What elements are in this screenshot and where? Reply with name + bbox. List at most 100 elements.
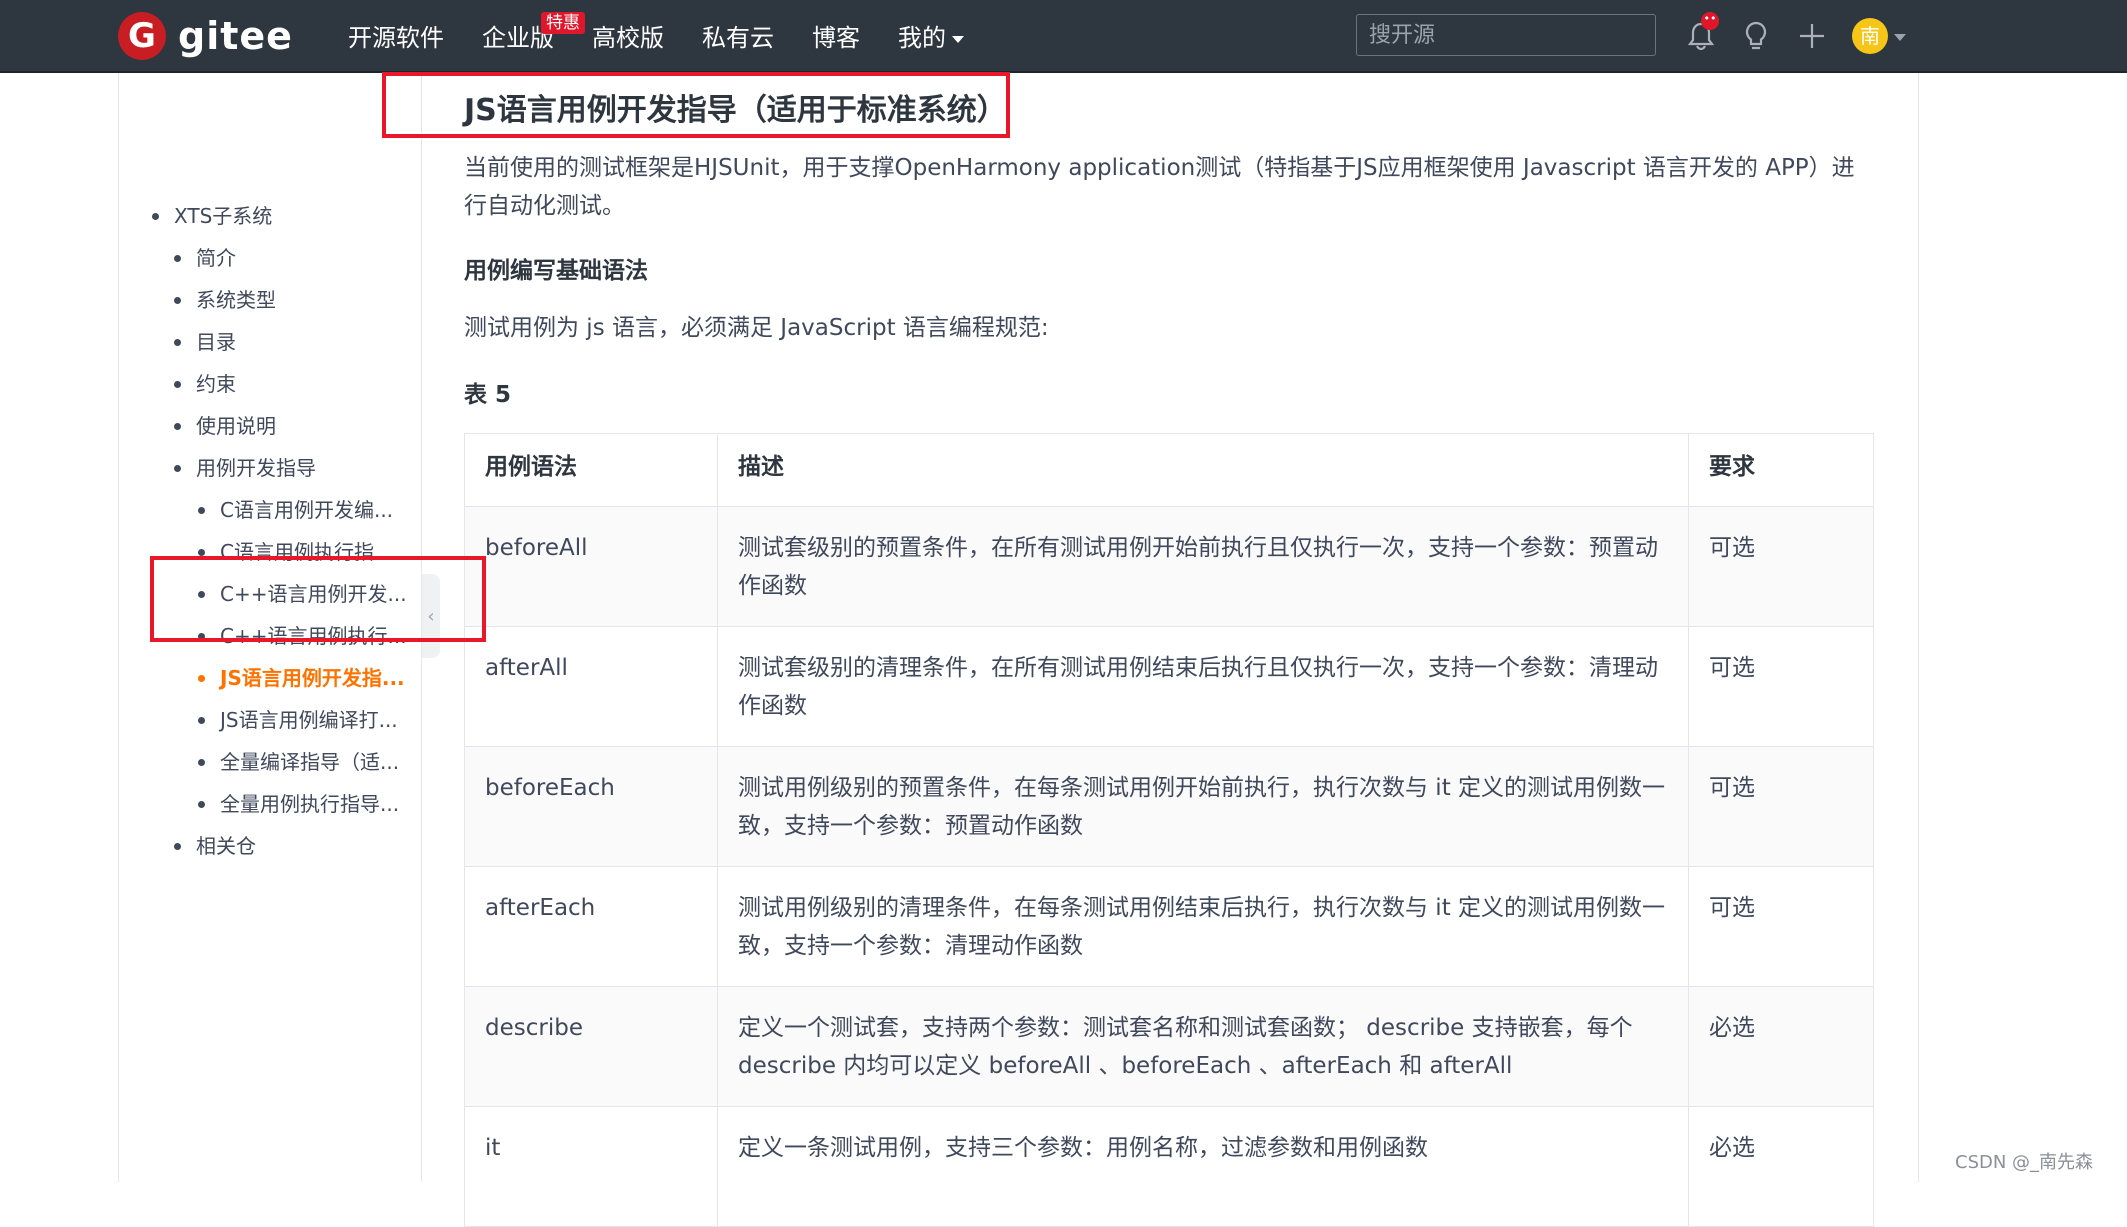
toc-item-system-types[interactable]: 系统类型 xyxy=(174,284,276,316)
table-header: 要求 xyxy=(1688,433,1874,507)
chevron-down-icon xyxy=(952,35,964,43)
toc-item-cpp-exec[interactable]: C++语言用例执行... xyxy=(198,620,407,652)
notification-badge: •• xyxy=(1701,12,1719,30)
toc-item-label: JS语言用例开发指... xyxy=(220,666,405,690)
toc-item-related-repos[interactable]: 相关仓 xyxy=(174,830,256,862)
nav-university[interactable]: 高校版 xyxy=(592,18,664,53)
bullet-icon xyxy=(198,507,205,514)
table-cell: 测试用例级别的清理条件，在每条测试用例结束后执行，执行次数与 it 定义的测试用… xyxy=(717,866,1689,987)
bullet-icon xyxy=(198,759,205,766)
avatar-chevron-down-icon[interactable] xyxy=(1894,34,1906,41)
table-cell: 可选 xyxy=(1688,746,1874,867)
nav-private-cloud[interactable]: 私有云 xyxy=(702,18,774,53)
toc-item-label: C语言用例开发编... xyxy=(220,498,394,522)
nav-mine-label: 我的 xyxy=(898,24,946,52)
syntax-note: 测试用例为 js 语言，必须满足 JavaScript 语言编程规范: xyxy=(464,315,1049,341)
bullet-icon xyxy=(198,549,205,556)
toc-item-label: C++语言用例开发... xyxy=(220,582,407,606)
table-caption: 表 5 xyxy=(464,382,512,408)
table-cell: it xyxy=(464,1106,718,1227)
table-row: afterAll 测试套级别的清理条件，在所有测试用例结束后执行且仅执行一次，支… xyxy=(464,626,1874,747)
toc-item-label: 相关仓 xyxy=(196,834,256,858)
table-cell: beforeAll xyxy=(464,506,718,627)
table-cell: 测试套级别的预置条件，在所有测试用例开始前执行且仅执行一次，支持一个参数：预置动… xyxy=(717,506,1689,627)
toc-item-dev-guide[interactable]: 用例开发指导 xyxy=(174,452,316,484)
search-input[interactable] xyxy=(1357,15,1655,55)
bullet-icon xyxy=(152,213,159,220)
toc-item-directory[interactable]: 目录 xyxy=(174,326,236,358)
table-header: 用例语法 xyxy=(464,433,718,507)
toc-item-full-build[interactable]: 全量编译指导（适... xyxy=(198,746,400,778)
sidebar-collapse-toggle[interactable]: ‹ xyxy=(422,574,440,658)
table-cell: 可选 xyxy=(1688,506,1874,627)
toc-item-label: 目录 xyxy=(196,330,236,354)
avatar[interactable]: 南 xyxy=(1852,18,1888,54)
table-cell: 测试用例级别的预置条件，在每条测试用例开始前执行，执行次数与 it 定义的测试用… xyxy=(717,746,1689,867)
table-cell: afterAll xyxy=(464,626,718,747)
bullet-icon xyxy=(198,717,205,724)
toc-item-label: C++语言用例执行... xyxy=(220,624,407,648)
bullet-icon xyxy=(174,423,181,430)
table-row: describe 定义一个测试套，支持两个参数：测试套名称和测试套函数； des… xyxy=(464,986,1874,1107)
top-navigation-bar: G gitee 开源软件 企业版 特惠 高校版 私有云 博客 我的 •• 南 xyxy=(0,0,2127,73)
nav-open-source[interactable]: 开源软件 xyxy=(348,18,444,53)
nav-enterprise[interactable]: 企业版 特惠 xyxy=(482,12,585,53)
table-cell: 定义一条测试用例，支持三个参数：用例名称，过滤参数和用例函数 xyxy=(717,1106,1689,1227)
toc-item-intro[interactable]: 简介 xyxy=(174,242,236,274)
intro-paragraph: 当前使用的测试框架是HJSUnit，用于支撑OpenHarmony applic… xyxy=(464,155,1855,219)
table-header-row: 用例语法 描述 要求 xyxy=(464,433,1874,507)
bullet-icon xyxy=(198,675,205,682)
table-cell: 可选 xyxy=(1688,866,1874,987)
toc-item-constraints[interactable]: 约束 xyxy=(174,368,236,400)
toc-item-label: 全量用例执行指导... xyxy=(220,792,400,816)
main-nav: 开源软件 企业版 特惠 高校版 私有云 博客 我的 xyxy=(348,0,1002,71)
toc-item-js-build[interactable]: JS语言用例编译打... xyxy=(198,704,398,736)
toc-item-label: 使用说明 xyxy=(196,414,276,438)
toc-item-label: XTS子系统 xyxy=(174,204,273,228)
bullet-icon xyxy=(174,339,181,346)
toc-item-full-exec[interactable]: 全量用例执行指导... xyxy=(198,788,400,820)
toc-item-js-dev[interactable]: JS语言用例开发指... xyxy=(198,662,405,694)
toc-item-label: JS语言用例编译打... xyxy=(220,708,398,732)
plus-icon[interactable] xyxy=(1796,20,1828,52)
promo-badge: 特惠 xyxy=(541,12,585,34)
toc-item-label: 简介 xyxy=(196,246,236,270)
gitee-logo-icon: G xyxy=(118,12,166,60)
section-subheading: 用例编写基础语法 xyxy=(464,258,648,284)
toc-item-c-dev[interactable]: C语言用例开发编... xyxy=(198,494,394,526)
toc-item-label: 用例开发指导 xyxy=(196,456,316,480)
table-cell: describe xyxy=(464,986,718,1107)
bullet-icon xyxy=(198,633,205,640)
toc-item-xts[interactable]: XTS子系统 xyxy=(152,200,273,232)
syntax-table: 用例语法 描述 要求 beforeAll 测试套级别的预置条件，在所有测试用例开… xyxy=(464,433,1874,1227)
bullet-icon xyxy=(174,255,181,262)
bullet-icon xyxy=(174,381,181,388)
bullet-icon xyxy=(174,465,181,472)
chevron-left-icon: ‹ xyxy=(427,605,435,627)
toc-item-label: 全量编译指导（适... xyxy=(220,750,400,774)
toc-item-usage[interactable]: 使用说明 xyxy=(174,410,276,442)
table-cell: 可选 xyxy=(1688,626,1874,747)
gitee-logo[interactable]: G gitee xyxy=(118,12,293,60)
nav-blog[interactable]: 博客 xyxy=(812,18,860,53)
bullet-icon xyxy=(198,801,205,808)
bullet-icon xyxy=(174,297,181,304)
search-box xyxy=(1356,14,1656,56)
nav-mine[interactable]: 我的 xyxy=(898,18,964,53)
table-cell: 测试套级别的清理条件，在所有测试用例结束后执行且仅执行一次，支持一个参数：清理动… xyxy=(717,626,1689,747)
table-row: beforeAll 测试套级别的预置条件，在所有测试用例开始前执行且仅执行一次，… xyxy=(464,506,1874,627)
bullet-icon xyxy=(198,591,205,598)
gitee-logo-text: gitee xyxy=(178,14,293,58)
table-cell: 必选 xyxy=(1688,1106,1874,1227)
bullet-icon xyxy=(174,843,181,850)
table-row: beforeEach 测试用例级别的预置条件，在每条测试用例开始前执行，执行次数… xyxy=(464,746,1874,867)
table-header: 描述 xyxy=(717,433,1689,507)
page-frame-left xyxy=(118,73,119,1182)
toc-item-cpp-dev[interactable]: C++语言用例开发... xyxy=(198,578,407,610)
toc-item-c-exec[interactable]: C语言用例执行指... xyxy=(198,536,393,568)
table-row: it 定义一条测试用例，支持三个参数：用例名称，过滤参数和用例函数 必选 xyxy=(464,1106,1874,1227)
toc-item-label: 系统类型 xyxy=(196,288,276,312)
toc-item-label: 约束 xyxy=(196,372,236,396)
table-cell: afterEach xyxy=(464,866,718,987)
lightbulb-icon[interactable] xyxy=(1740,20,1772,52)
